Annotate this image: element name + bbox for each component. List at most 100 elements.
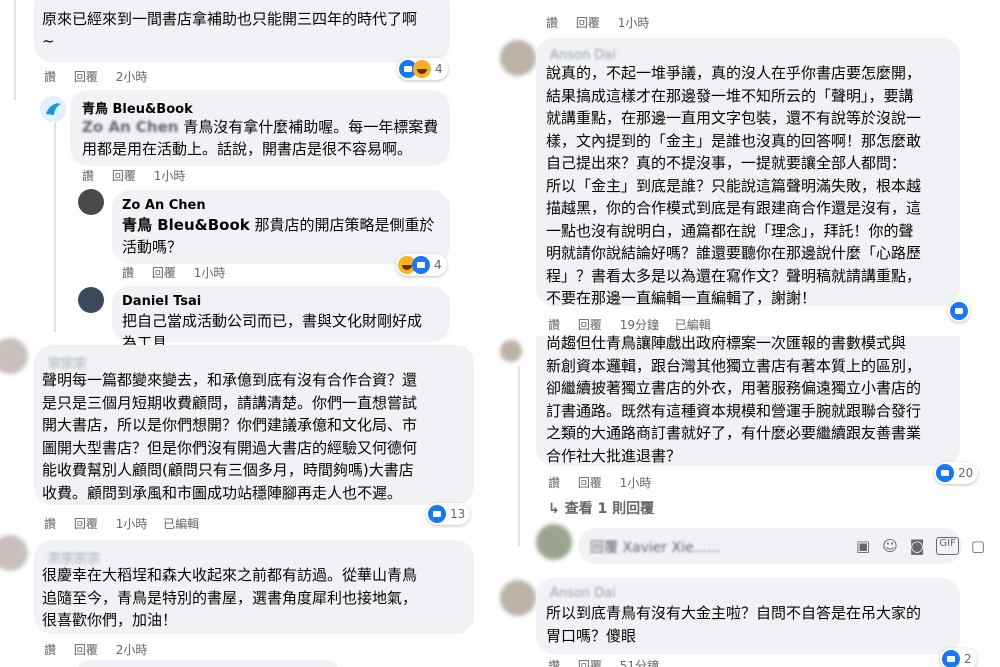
comment-line: 新創資本邏輯，跟台灣其他獨立書店有著本質上的區別， (546, 356, 922, 375)
emoji-icon[interactable]: ☺ (882, 537, 898, 555)
reply-button[interactable]: 回覆 (74, 517, 98, 531)
comment-bubble: Daniel Tsai 把自己當成活動公司而已，書與文化財剛好成 為工具 (112, 286, 450, 352)
bird-logo-icon (46, 103, 61, 115)
comment-text: 很慶幸在大稻埕和森大收起來之前都有訪過。從華山青鳥 追隨至今，青鳥是特別的書屋，選… (42, 564, 417, 632)
reply-button[interactable]: 回覆 (576, 16, 600, 30)
avatar[interactable] (0, 535, 28, 571)
like-button[interactable]: 讚 (122, 266, 134, 280)
like-button[interactable]: 讚 (548, 659, 560, 667)
comment-line: 訂書通路。既然有這種資本規模和營運手腕就跟聯合發行 (546, 401, 922, 420)
like-button[interactable]: 讚 (44, 517, 56, 531)
reply-button[interactable]: 回覆 (578, 476, 602, 490)
timestamp[interactable]: 1小時 (618, 16, 650, 30)
timestamp[interactable]: 1小時 (194, 266, 226, 280)
comment-actions: 讚 回覆 19分鐘 已編輯 (548, 316, 725, 333)
mention[interactable]: 青鳥 Bleu&Book (122, 216, 250, 234)
like-icon (412, 256, 430, 274)
commenter-name[interactable]: Daniel Tsai (122, 294, 201, 309)
gif-icon[interactable]: GIF (936, 537, 959, 555)
timestamp[interactable]: 2小時 (116, 70, 148, 84)
comment-line: 合作社大批進退書？ (546, 446, 682, 465)
comment-actions: 讚 回覆 51分鐘 (548, 657, 671, 667)
reaction-count[interactable]: 2 (940, 648, 977, 667)
comment-line: 是只是三個月短期收費顧問，請講清楚。你們一直想嘗試 (42, 393, 418, 412)
comment-text: ~ (42, 32, 55, 50)
like-icon (428, 505, 446, 523)
avatar[interactable] (0, 338, 28, 374)
like-icon (936, 464, 954, 482)
comment-line: 很慶幸在大稻埕和森大收起來之前都有訪過。從華山青鳥 (42, 566, 418, 584)
like-button[interactable]: 讚 (82, 169, 94, 183)
comment-line: 聲明每一篇都變來變去，和承億到底有沒有合作合資？還 (42, 371, 418, 389)
reply-button[interactable]: 回覆 (578, 318, 602, 332)
avatar[interactable] (500, 580, 536, 616)
comment-text: 尚趨但仕青鳥讓陣戲出政府標案一次匯報的書數模式與 新創資本邏輯，跟台灣其他獨立書店… (546, 332, 921, 467)
avatar[interactable] (536, 524, 572, 560)
comment-line: 開大書店，所以是你們想開？你們建議承億和文化局、市 (42, 416, 418, 434)
avatar[interactable] (40, 96, 66, 122)
reply-arrow-icon: ↳ (548, 501, 565, 517)
avatar[interactable] (500, 40, 536, 76)
reply-button[interactable]: 回覆 (578, 659, 602, 667)
timestamp[interactable]: 19分鐘 (620, 318, 659, 332)
reply-button[interactable]: 回覆 (112, 169, 136, 183)
comment-line: 自己提出來？真的不提沒事，一提就要讓全部人都問： (546, 154, 907, 172)
sticker-icon[interactable]: ▣ (856, 537, 870, 555)
like-button[interactable]: 讚 (44, 70, 56, 84)
comment-line: 所以到底青鳥有沒有大金主啦？自問不自答是在吊大家的 (546, 604, 922, 622)
reply-button[interactable]: 回覆 (152, 266, 176, 280)
view-replies-link[interactable]: ↳ 查看 1 則回覆 (548, 498, 654, 518)
like-button[interactable]: 讚 (548, 318, 560, 332)
reply-button[interactable]: 回覆 (74, 70, 98, 84)
reaction-count[interactable]: 20 (934, 462, 979, 484)
comment-actions: 讚 回覆 2小時 (44, 641, 159, 658)
comment-actions: 讚 回覆 1小時 已編輯 (44, 515, 213, 532)
reaction-count[interactable]: 4 (397, 58, 448, 80)
timestamp[interactable]: 2小時 (116, 643, 148, 657)
commenter-name[interactable]: Anson Dai (550, 48, 616, 63)
timestamp[interactable]: 1小時 (620, 476, 652, 490)
thread-line (54, 122, 56, 332)
camera-icon[interactable]: ◙ (910, 537, 925, 555)
reaction-count[interactable] (948, 300, 970, 322)
avatar[interactable] (500, 340, 522, 362)
mention[interactable]: Zo An Chen (82, 118, 178, 136)
like-button[interactable]: 讚 (548, 476, 560, 490)
comment-bubble: Zo An Chen 青鳥 Bleu&Book 那貴店的開店策略是側重於 活動嗎… (112, 190, 450, 264)
comment-actions: 讚 回覆 1小時 (82, 167, 197, 184)
reaction-count[interactable]: 13 (426, 503, 471, 525)
commenter-name[interactable]: Zo An Chen (122, 198, 206, 213)
comment-line: 很喜歡你們，加油！ (42, 611, 178, 629)
avatar[interactable] (78, 287, 104, 313)
comment-line: 描越黑，你的合作模式到底是有跟建商合作還是沒有，這 (546, 199, 922, 217)
reply-input[interactable]: 回覆 Xavier Xie...... ▣ ☺ ◙ GIF ▢ (578, 528, 985, 564)
reaction-count[interactable]: 4 (396, 254, 447, 276)
comment-text: 說真的，不起一堆爭議，真的沒人在乎你書店要怎麼開， 結果搞成這樣才在那邊發一堆不知… (546, 62, 921, 310)
comment-line: 追隨至今，青鳥是特別的書屋，選書角度犀利也接地氣， (42, 588, 418, 607)
comment-bubble: Anson Dai 說真的，不起一堆爭議，真的沒人在乎你書店要怎麼開， 結果搞成這… (536, 38, 960, 307)
comment-line: 之類的大通路商訂書就好了，有什麼必要繼續跟友善書業 (546, 424, 922, 442)
comment-line: 能收費幫別人顧問(顧問只有三個多月，時間夠嗎)大書店 (42, 461, 414, 479)
comment-actions: 讚 回覆 1小時 (548, 474, 663, 491)
comment-actions: 讚 回覆 1小時 (546, 14, 661, 31)
like-button[interactable]: 讚 (44, 643, 56, 657)
comment-bubble: 宗宗宗宗 很慶幸在大稻埕和森大收起來之前都有訪過。從華山青鳥 追隨至今，青鳥是特別… (34, 540, 474, 634)
avatar[interactable] (78, 189, 104, 215)
timestamp[interactable]: 1小時 (116, 517, 148, 531)
commenter-name[interactable]: 青鳥 Bleu&Book (82, 98, 193, 117)
comment-line: 說真的，不起一堆爭議，真的沒人在乎你書店要怎麼開， (546, 64, 922, 82)
comment-bubble: 原來已經來到一間書店拿補助也只能開三四年的時代了啊 ~ (34, 0, 450, 62)
reply-button[interactable]: 回覆 (74, 643, 98, 657)
comment-bubble: 宗宗宗 聲明每一篇都變來變去，和承億到底有沒有合作合資？還 是只是三個月短期收費顧… (34, 345, 474, 505)
like-icon (950, 302, 968, 320)
sticker-icon[interactable]: ▢ (971, 537, 985, 555)
comment-line: 所以「金主」到底是誰？只能說這篇聲明滿失敗，根本越 (546, 176, 922, 195)
timestamp[interactable]: 1小時 (154, 169, 186, 183)
timestamp[interactable]: 51分鐘 (620, 659, 659, 667)
comment-line: 圖開大型書店？但是你們沒有開過大書店的經驗又何德何 (42, 438, 418, 457)
comment-text: 用都是用在活動上。話說，開書店是很不容易啊。 (82, 140, 413, 158)
thread-line (14, 0, 16, 100)
commenter-name[interactable]: Anson Dai (550, 586, 616, 601)
comment-actions: 讚 回覆 2小時 (44, 68, 159, 85)
like-button[interactable]: 讚 (546, 16, 558, 30)
